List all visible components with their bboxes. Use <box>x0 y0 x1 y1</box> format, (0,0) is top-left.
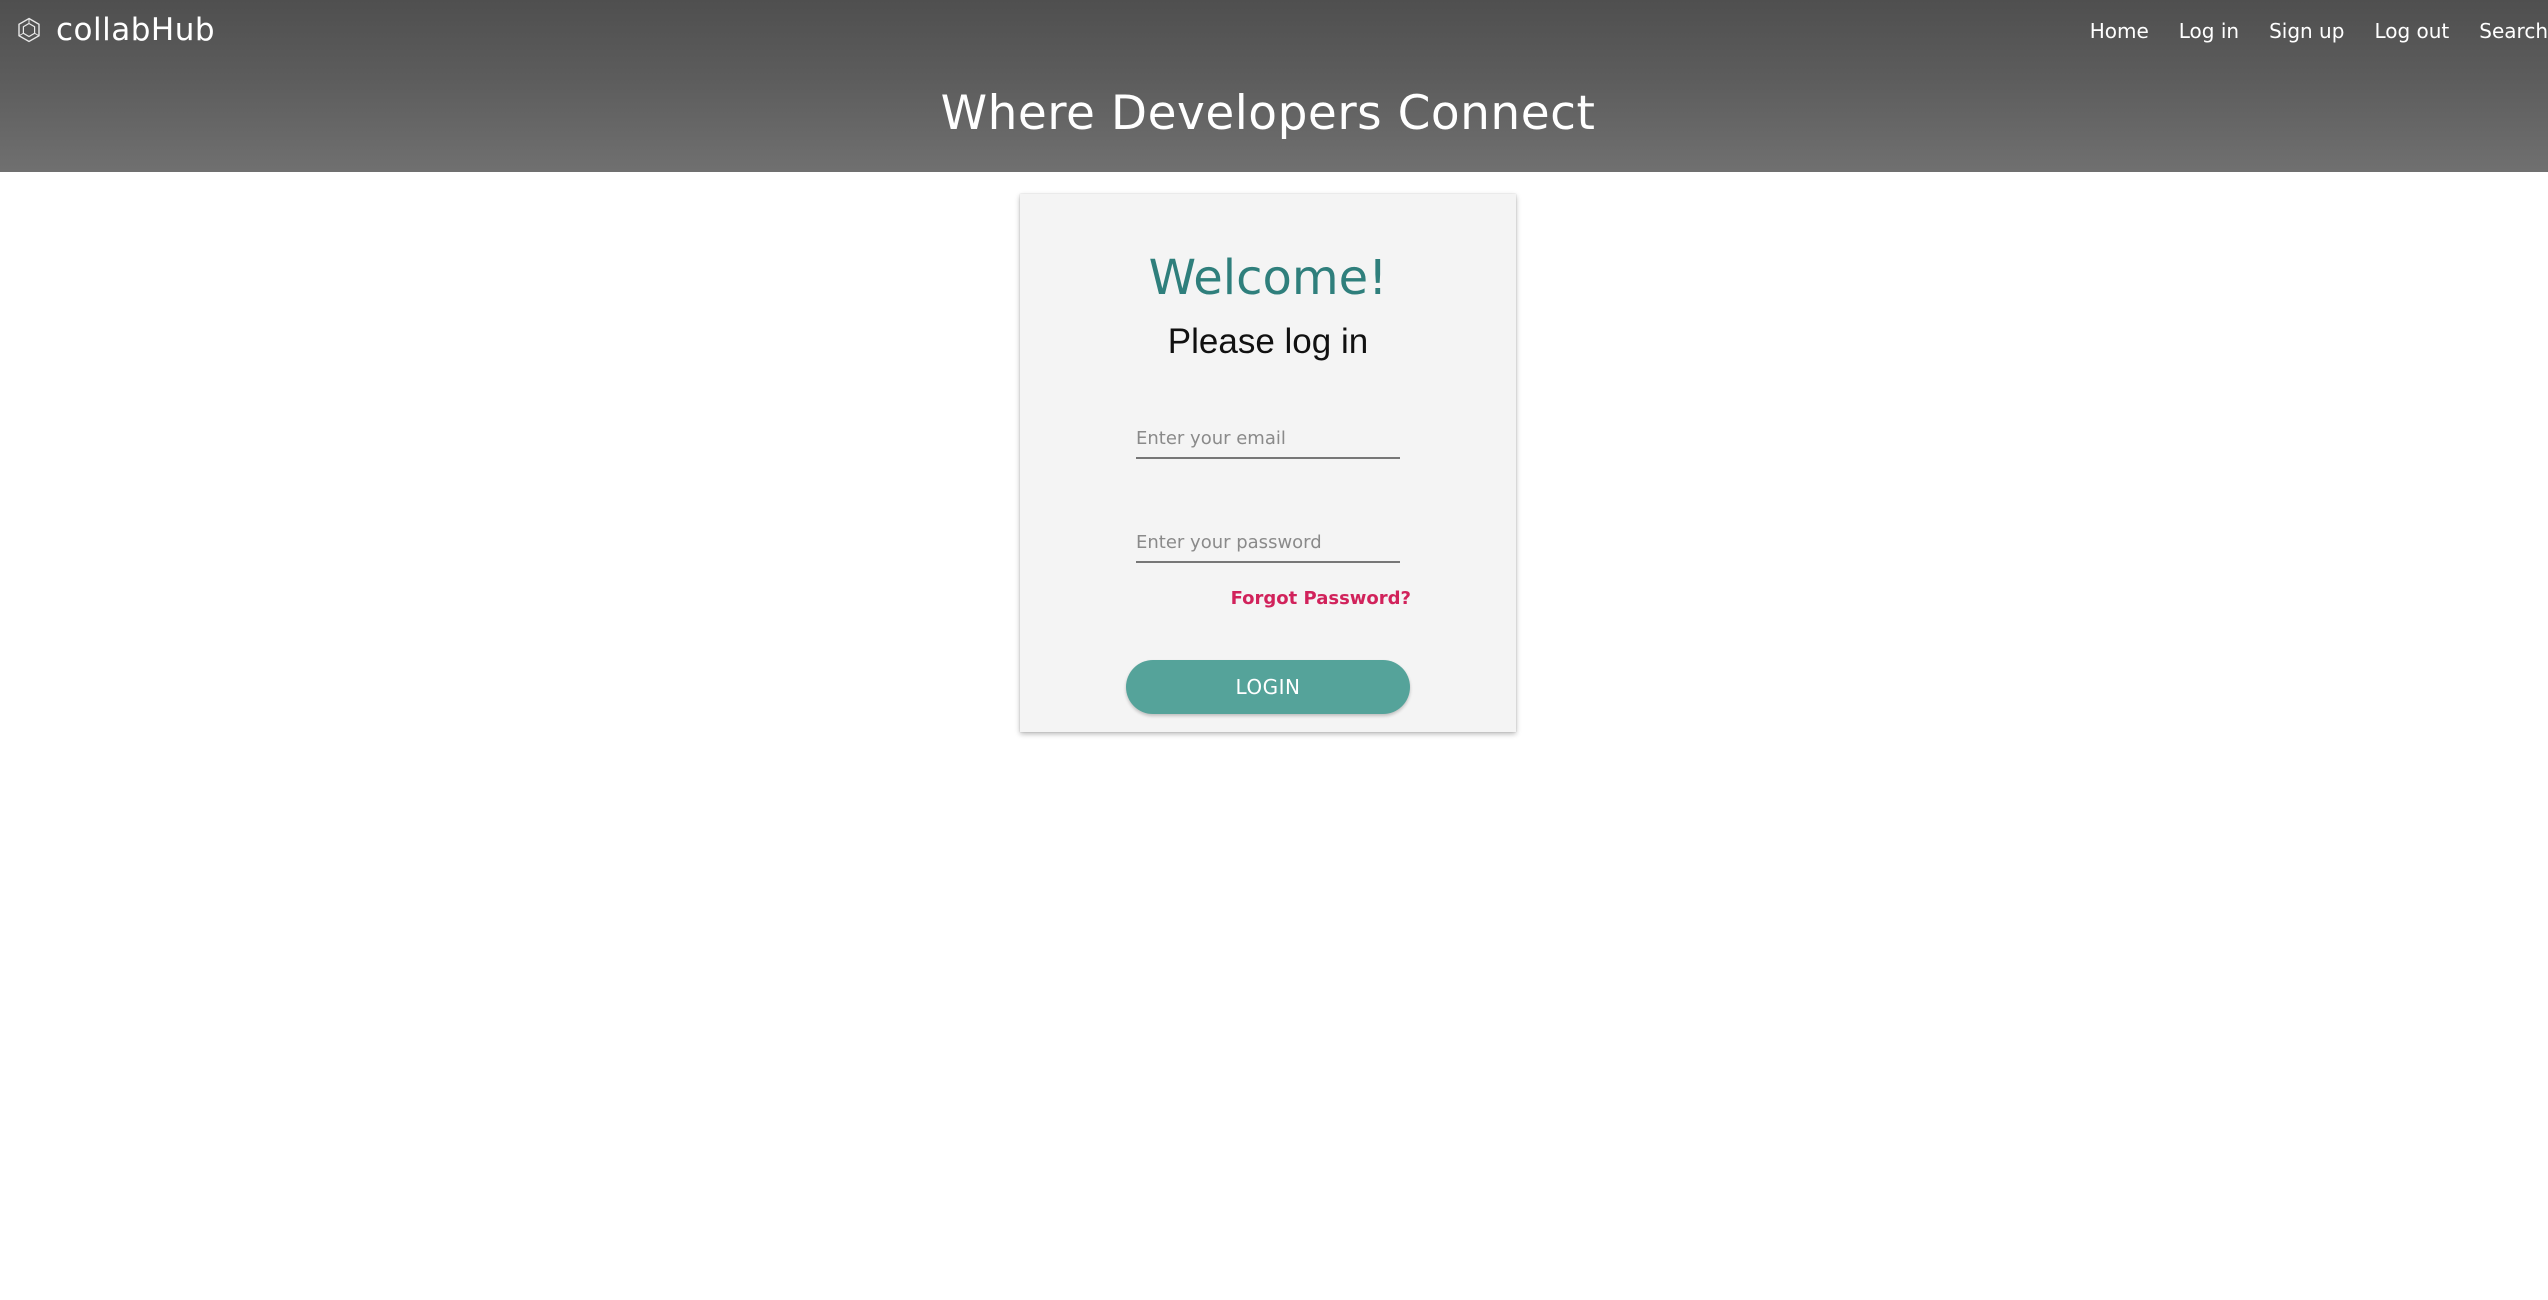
header-tagline: Where Developers Connect <box>940 86 1596 141</box>
site-header: collabHub Home Log in Sign up Log out Se… <box>0 0 2548 172</box>
brand-logo-link[interactable]: collabHub <box>16 8 215 52</box>
login-subtitle: Please log in <box>1167 322 1369 361</box>
welcome-heading: Welcome! <box>1148 250 1388 306</box>
nav-home-link[interactable]: Home <box>2090 14 2149 48</box>
nav-signup-link[interactable]: Sign up <box>2269 14 2344 48</box>
forgot-password-link[interactable]: Forgot Password? <box>1231 588 1411 609</box>
nav-search-link[interactable]: Search <box>2479 14 2548 48</box>
brand-name: collabHub <box>56 12 216 48</box>
top-nav: Home Log in Sign up Log out Search <box>2090 14 2548 48</box>
email-field[interactable] <box>1136 419 1400 459</box>
login-card: Welcome! Please log in Forgot Password? … <box>1020 194 1516 732</box>
nav-logout-link[interactable]: Log out <box>2374 14 2449 48</box>
hexagon-logo-icon <box>18 17 40 43</box>
login-button[interactable]: LOGIN <box>1126 660 1410 714</box>
nav-login-link[interactable]: Log in <box>2179 14 2239 48</box>
password-field[interactable] <box>1136 523 1400 563</box>
